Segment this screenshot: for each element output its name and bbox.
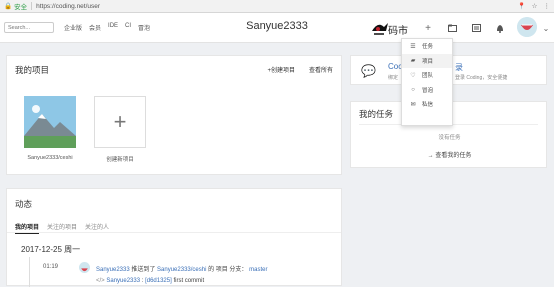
star-icon[interactable]: ☆ xyxy=(532,2,538,10)
mashi-logo[interactable]: 码市 xyxy=(370,17,412,39)
team-icon: ♡ xyxy=(410,72,416,79)
notice-sub-left: 绑定 xyxy=(388,75,399,81)
dropdown-item-task[interactable]: ☰ 任务 xyxy=(402,39,452,54)
logo-text: 码市 xyxy=(388,26,408,37)
view-tasks-link[interactable]: → 查看我的任务 xyxy=(351,150,548,159)
top-nav: 企业版 会员 IDE CI 冒泡 xyxy=(64,23,150,32)
dropdown-item-label: 私信 xyxy=(422,102,434,109)
list-icon[interactable] xyxy=(469,21,483,35)
new-project-button[interactable]: + xyxy=(94,96,146,148)
commit-message: first commit xyxy=(173,278,205,284)
activity-line: Sanyue2333 推送到了 Sanyue2333/ceshi 的 项目 分支… xyxy=(96,264,267,273)
nav-item-ide[interactable]: IDE xyxy=(108,23,118,32)
avatar[interactable] xyxy=(79,262,90,273)
timeline-line xyxy=(29,257,30,287)
url-field[interactable]: https://coding.net/user xyxy=(36,3,100,10)
view-all-link[interactable]: 查看所有 xyxy=(309,65,333,74)
dropdown-item-label: 冒泡 xyxy=(422,87,434,94)
activity-user-link[interactable]: Sanyue2333 xyxy=(96,267,130,273)
dropdown-item-project[interactable]: ▰ 项目 xyxy=(402,53,452,68)
bubble-icon: ○ xyxy=(411,86,415,93)
code-icon: </> xyxy=(96,278,105,284)
create-dropdown-menu: ☰ 任务 ▰ 项目 ♡ 团队 ○ 冒泡 ✉ 私信 xyxy=(401,38,453,126)
pin-icon[interactable]: 📍 xyxy=(518,2,526,10)
plus-icon[interactable]: + xyxy=(421,21,435,35)
nav-item-member[interactable]: 会员 xyxy=(89,23,101,32)
dropdown-item-label: 团队 xyxy=(422,73,434,80)
create-project-link[interactable]: +创建项目 xyxy=(267,65,295,74)
folder-icon: ▰ xyxy=(410,58,416,65)
bell-icon[interactable] xyxy=(493,21,507,35)
list-icon: ☰ xyxy=(410,43,416,50)
chevron-down-icon[interactable]: ⌄ xyxy=(539,21,553,35)
activity-action: 推送到了 xyxy=(129,267,158,273)
security-label: 安全 xyxy=(14,4,28,11)
chat-icon: 💬 xyxy=(361,64,376,78)
notice-sub-right: 登录 Coding，安全便捷 xyxy=(455,75,508,81)
folder-icon[interactable] xyxy=(445,21,459,35)
dropdown-item-team[interactable]: ♡ 团队 xyxy=(402,68,452,83)
dropdown-item-label: 项目 xyxy=(422,58,434,65)
panel-title: 动态 xyxy=(15,199,33,209)
menu-icon[interactable]: ⋮ xyxy=(544,2,551,10)
activity-branch-link[interactable]: master xyxy=(249,267,267,273)
activity-project-word: 的 项目 分支： xyxy=(206,267,248,273)
divider xyxy=(31,2,33,10)
activity-panel: 动态 我的项目 关注的项目 关注的人 2017-12-25 周一 01:19 S… xyxy=(6,188,342,287)
mail-icon: ✉ xyxy=(410,101,416,108)
nav-item-enterprise[interactable]: 企业版 xyxy=(64,23,82,32)
dropdown-item-label: 任务 xyxy=(422,44,434,51)
new-project-label: 创建新项目 xyxy=(106,157,134,163)
my-projects-panel: 我的项目 +创建项目 查看所有 Sanyue2333/ceshi + 创建新项目 xyxy=(6,55,342,175)
lock-icon: 🔒 xyxy=(4,3,13,10)
activity-time: 01:19 xyxy=(43,264,59,270)
browser-address-bar: 🔒 安全 https://coding.net/user 📍 ☆ ⋮ xyxy=(0,0,554,13)
search-input[interactable] xyxy=(4,22,54,33)
notice-title-right[interactable]: 录 xyxy=(455,62,463,73)
project-name[interactable]: Sanyue2333/ceshi xyxy=(19,155,81,161)
panel-title: 我的任务 xyxy=(359,109,394,119)
dropdown-item-bubble[interactable]: ○ 冒泡 xyxy=(402,83,452,98)
top-navbar: 企业版 会员 IDE CI 冒泡 Sanyue2333 码市 + ⌄ xyxy=(0,13,554,43)
avatar[interactable] xyxy=(517,17,537,37)
divider xyxy=(7,232,341,233)
commit-hash-link[interactable]: [d6d1325] xyxy=(145,278,172,284)
nav-item-ci[interactable]: CI xyxy=(125,23,131,32)
project-thumbnail[interactable] xyxy=(24,96,76,148)
dropdown-item-message[interactable]: ✉ 私信 xyxy=(402,97,452,112)
commit-user-link[interactable]: Sanyue2333 xyxy=(106,278,140,284)
nav-item-bubble[interactable]: 冒泡 xyxy=(138,23,150,32)
empty-tasks-text: 没有任务 xyxy=(438,135,461,141)
panel-title: 我的项目 xyxy=(15,65,50,75)
activity-date: 2017-12-25 周一 xyxy=(21,245,81,254)
commit-line: </> Sanyue2333 : [d6d1325] first commit xyxy=(96,278,205,284)
activity-repo-link[interactable]: Sanyue2333/ceshi xyxy=(157,267,206,273)
